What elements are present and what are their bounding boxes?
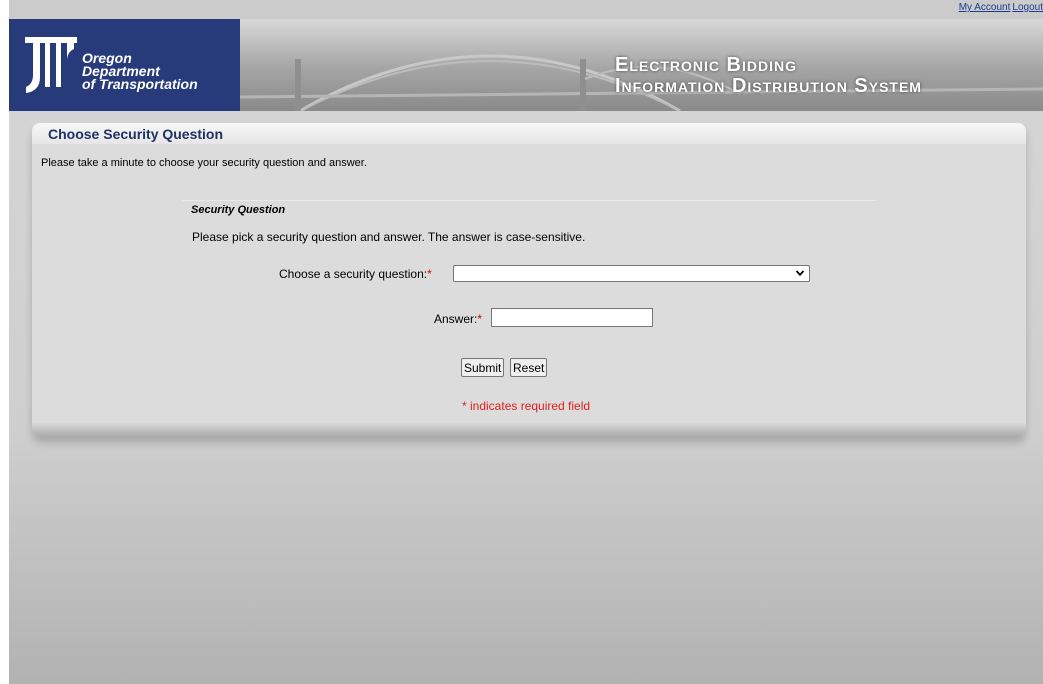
panel-title: Choose Security Question xyxy=(48,126,224,142)
system-title-line-2: Information Distribution System xyxy=(615,75,922,97)
answer-label: Answer: xyxy=(434,312,478,326)
chevron-down-icon xyxy=(795,270,805,277)
my-account-link[interactable]: My Account xyxy=(959,2,1011,13)
logout-link[interactable]: Logout xyxy=(1012,2,1043,13)
answer-input[interactable] xyxy=(491,308,653,327)
reset-button[interactable]: Reset xyxy=(510,358,548,377)
site-banner: Oregon Department of Transportation Elec… xyxy=(9,19,1043,111)
answer-label-row: Answer:* xyxy=(434,312,482,326)
page: My Account Logout Oregon Department of Tr… xyxy=(9,0,1043,684)
org-line-3: of Transportation xyxy=(82,76,198,92)
required-marker: * xyxy=(477,312,483,326)
required-field-note: * indicates required field xyxy=(462,399,591,413)
system-title-line-1: Electronic Bidding xyxy=(615,54,798,76)
required-marker: * xyxy=(427,267,432,281)
odot-logo[interactable]: Oregon Department of Transportation xyxy=(9,19,240,111)
intro-text: Please take a minute to choose your secu… xyxy=(41,157,367,169)
panel-footer xyxy=(32,423,1026,437)
security-question-select[interactable] xyxy=(453,265,810,282)
section-divider xyxy=(182,200,876,201)
odot-logo-icon xyxy=(25,37,77,93)
section-title: Security Question xyxy=(191,204,286,216)
security-question-panel: Choose Security Question Please take a m… xyxy=(32,123,1026,437)
submit-button[interactable]: Submit xyxy=(461,358,505,377)
system-title: Electronic Bidding Information Distribut… xyxy=(615,55,922,97)
org-name: Oregon Department of Transportation xyxy=(82,51,198,92)
top-links-bar: My Account Logout xyxy=(9,0,1043,19)
question-label: Choose a security question: xyxy=(279,267,428,281)
instructions-text: Please pick a security question and answ… xyxy=(192,230,586,244)
question-label-row: Choose a security question:* xyxy=(279,267,432,281)
